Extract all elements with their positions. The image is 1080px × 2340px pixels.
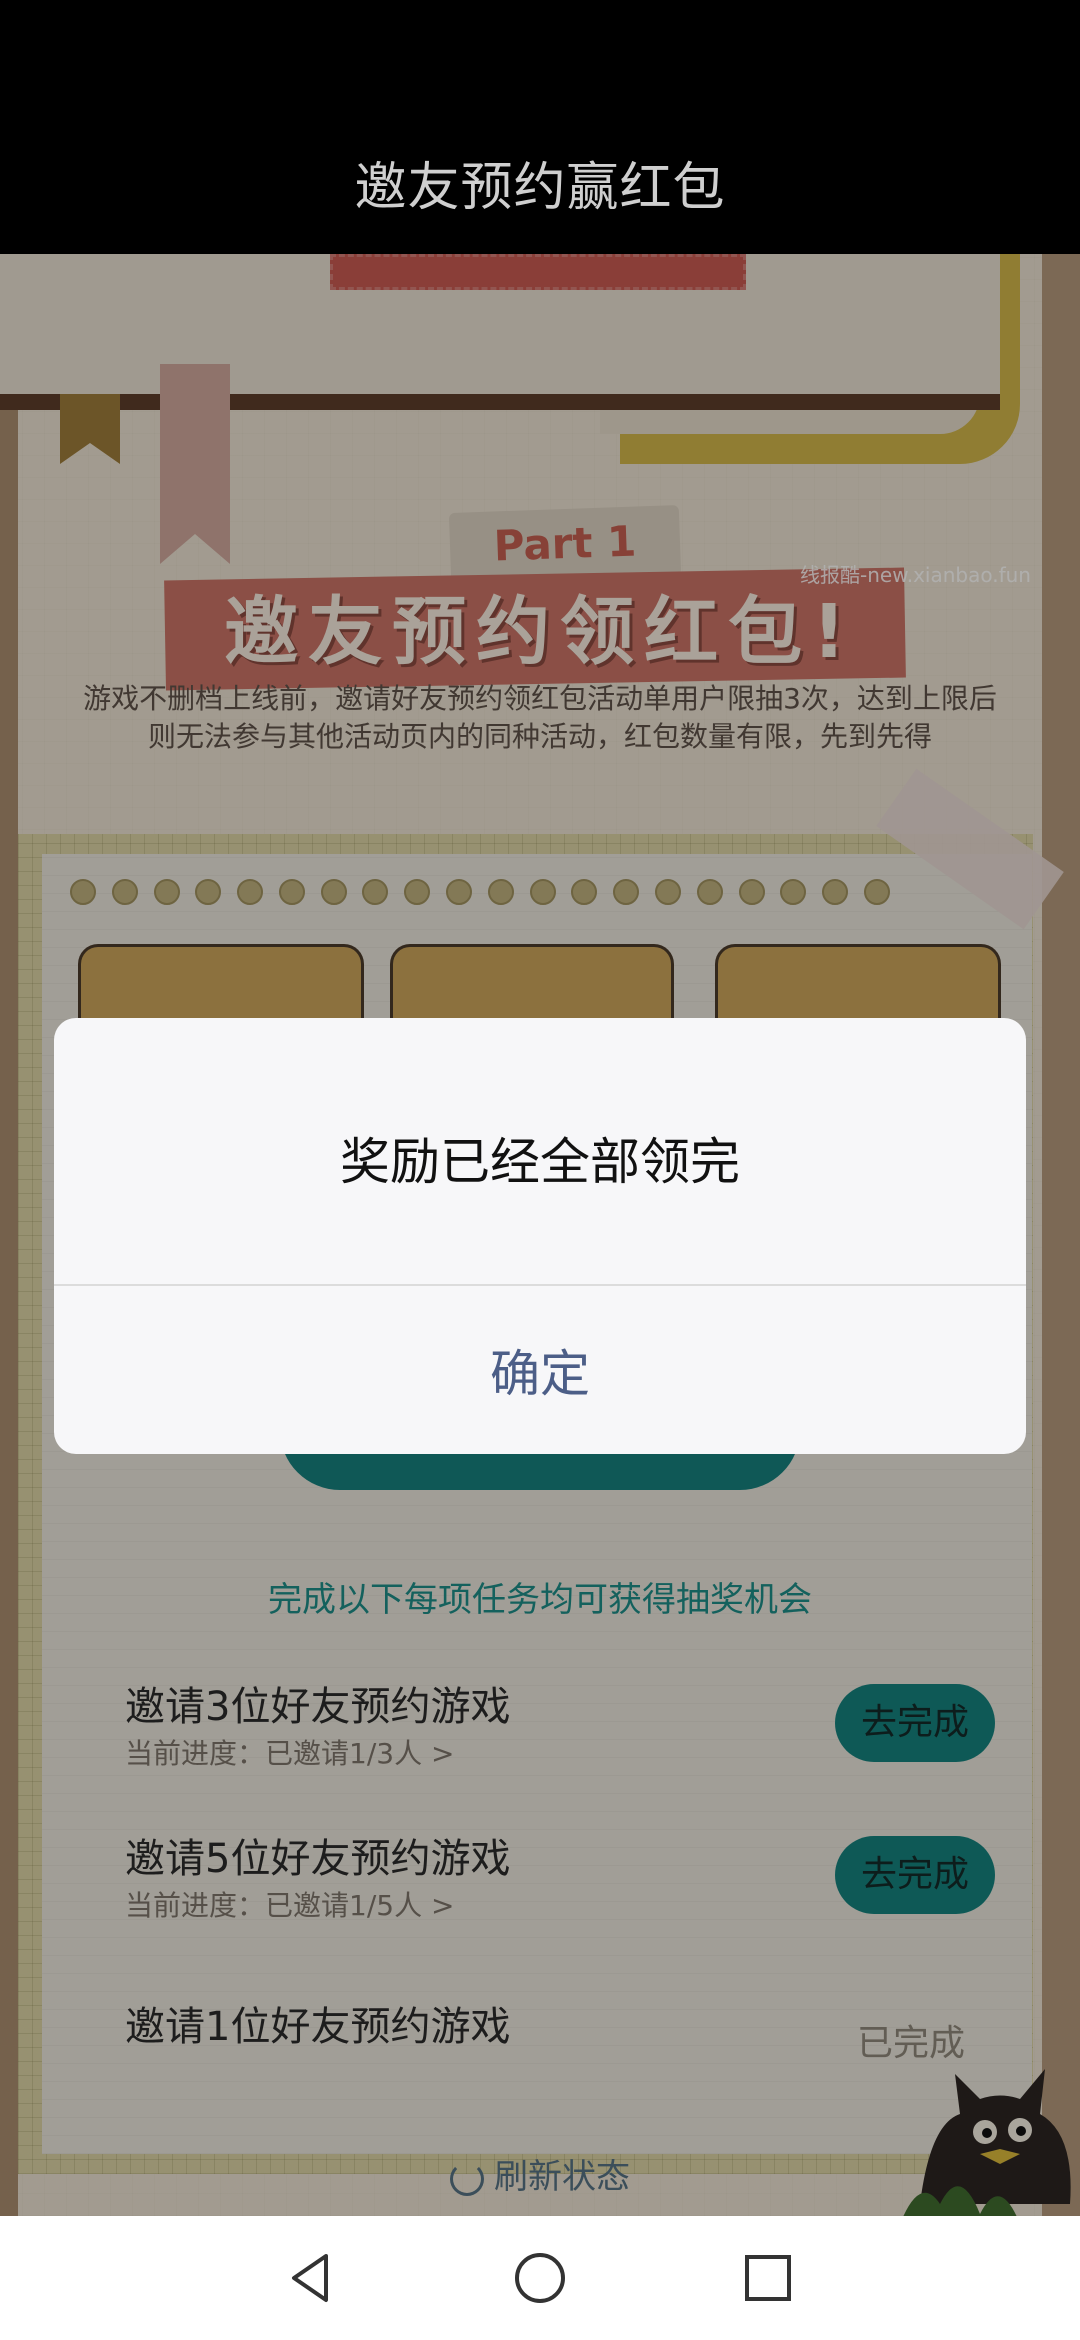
home-icon[interactable] (510, 2248, 570, 2308)
recents-icon[interactable] (738, 2248, 798, 2308)
dialog-message: 奖励已经全部领完 (340, 1133, 740, 1191)
system-nav-bar (0, 2216, 1080, 2340)
confirm-button[interactable]: 确定 (54, 1286, 1026, 1454)
back-icon[interactable] (282, 2248, 342, 2308)
app-bar: 邀友预约赢红包 (0, 0, 1080, 254)
page-title: 邀友预约赢红包 (354, 158, 726, 218)
alert-dialog: 奖励已经全部领完 确定 (54, 1018, 1026, 1454)
